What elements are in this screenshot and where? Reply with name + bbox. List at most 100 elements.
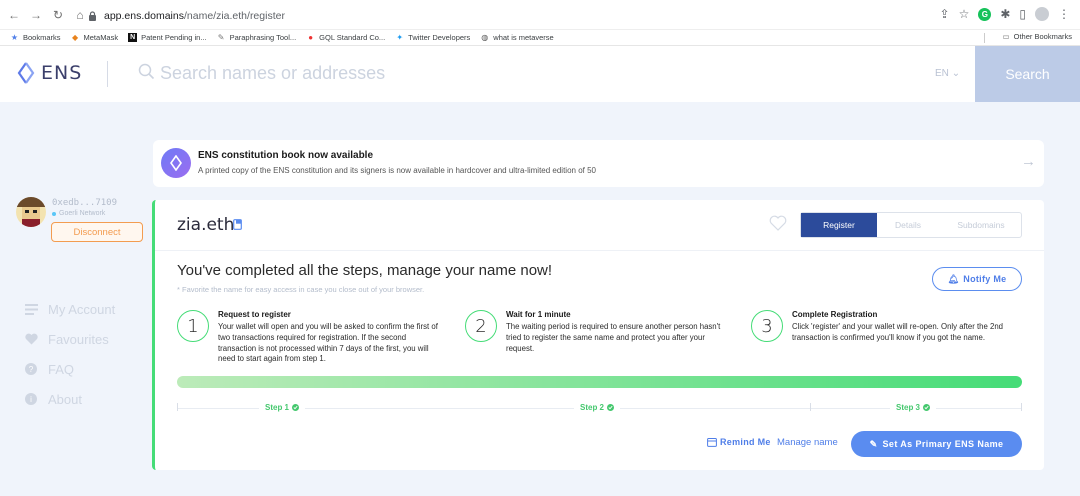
info-icon: i [24, 392, 38, 406]
home-icon[interactable]: ⌂ [72, 7, 88, 23]
progress-bar [177, 376, 1022, 388]
browser-toolbar: ← → ↻ ⌂ app.ens.domains/name/zia.eth/reg… [0, 0, 1080, 30]
svg-text:?: ? [29, 365, 34, 374]
menu-icon[interactable]: ⋮ [1058, 7, 1070, 21]
banner-text: A printed copy of the ENS constitution a… [198, 166, 596, 175]
forward-icon[interactable]: → [28, 7, 44, 23]
step-1-label: Step 1 [259, 403, 306, 412]
check-icon [923, 404, 931, 411]
step-body: The waiting period is required to ensure… [506, 322, 721, 353]
bookmark-item[interactable]: ◆ MetaMask [71, 33, 118, 42]
svg-text:i: i [30, 395, 32, 404]
address-bar[interactable]: app.ens.domains/name/zia.eth/register [88, 6, 988, 26]
network-label: Goerli Network [52, 210, 105, 217]
url-host: app.ens.domains [104, 10, 184, 22]
search-icon [138, 63, 155, 80]
folder-icon: ▭ [1002, 32, 1010, 41]
share-icon[interactable]: ⇪ [940, 7, 950, 21]
bookmark-star-icon[interactable]: ☆ [959, 7, 970, 21]
sidebar-item-my-account[interactable]: My Account [24, 294, 115, 324]
bookmark-item[interactable]: ● GQL Standard Co... [306, 33, 385, 42]
ens-logo-icon [161, 148, 191, 178]
arrow-right-icon[interactable]: → [1021, 153, 1036, 170]
disconnect-button[interactable]: Disconnect [51, 222, 143, 242]
sidepanel-icon[interactable]: ▯ [1019, 7, 1026, 21]
remind-me-button[interactable]: Remind Me [707, 437, 771, 447]
gql-icon: ● [308, 33, 314, 42]
sidebar-item-favourites[interactable]: Favourites [24, 324, 115, 354]
language-select[interactable]: EN ⌄ [935, 68, 960, 79]
calendar-icon [707, 438, 717, 447]
step-number: 1 [177, 310, 209, 342]
copy-icon[interactable] [233, 219, 242, 230]
globe-icon: ◍ [481, 33, 489, 42]
step-title: Wait for 1 minute [506, 310, 571, 319]
back-icon[interactable]: ← [6, 7, 22, 23]
ens-logo[interactable]: ENS [16, 62, 82, 84]
completion-title: You've completed all the steps, manage y… [177, 262, 553, 279]
star-icon: ★ [10, 33, 19, 42]
lock-icon [88, 11, 98, 21]
notify-me-button[interactable]: 🔔︎ Notify Me [932, 267, 1022, 291]
step-title: Request to register [218, 310, 291, 319]
account-address: 0xedb...7109 [52, 198, 118, 208]
extensions-icon[interactable]: ✱ [1000, 7, 1010, 21]
bookmark-item[interactable]: ✎ Paraphrasing Tool... [217, 33, 296, 42]
question-icon: ? [24, 362, 38, 376]
check-icon [607, 404, 615, 411]
bookmark-item[interactable]: ◍ what is metaverse [480, 33, 553, 42]
divider [107, 61, 108, 87]
check-icon [292, 404, 300, 411]
completion-subtitle: * Favorite the name for easy access in c… [177, 285, 425, 294]
bell-icon: 🔔︎ [947, 273, 960, 284]
other-bookmarks[interactable]: ▭ Other Bookmarks [1003, 32, 1072, 41]
bookmark-item[interactable]: ★ Bookmarks [10, 33, 61, 42]
network-status-dot [52, 211, 56, 216]
sidebar-item-faq[interactable]: ? FAQ [24, 354, 115, 384]
step-body: Your wallet will open and you will be as… [218, 322, 438, 364]
name-tabs: Register Details Subdomains [800, 212, 1022, 238]
bookmark-item[interactable]: N Patent Pending in... [128, 33, 207, 42]
grammarly-extension-icon[interactable]: G [978, 7, 992, 21]
domain-name: zia.eth [177, 215, 235, 235]
step-tick [1021, 403, 1022, 411]
list-icon [24, 302, 38, 316]
manage-name-link[interactable]: Manage name [777, 437, 838, 448]
url-path: /name/zia.eth/register [183, 10, 285, 22]
profile-icon[interactable] [1035, 7, 1049, 21]
step-number: 2 [465, 310, 497, 342]
twitter-icon: ✦ [396, 33, 404, 42]
step-2-label: Step 2 [574, 403, 621, 412]
ens-logo-icon [17, 62, 35, 84]
heart-icon [24, 332, 38, 346]
sidebar-item-about[interactable]: i About [24, 384, 115, 414]
tab-subdomains[interactable]: Subdomains [939, 213, 1023, 237]
search-button[interactable]: Search [975, 46, 1080, 102]
name-header: zia.eth Register Details Subdomains [155, 200, 1044, 251]
favourite-heart-icon[interactable] [769, 215, 787, 231]
banner-title: ENS constitution book now available [198, 150, 374, 161]
search-input[interactable] [160, 58, 860, 88]
set-primary-name-button[interactable]: ✎ Set As Primary ENS Name [851, 431, 1022, 457]
tab-details[interactable]: Details [877, 213, 939, 237]
step-tick [810, 403, 811, 411]
metamask-icon: ◆ [71, 33, 79, 42]
step-title: Complete Registration [792, 310, 878, 319]
step-number: 3 [751, 310, 783, 342]
announcement-banner[interactable]: ENS constitution book now available A pr… [153, 140, 1044, 187]
reload-icon[interactable]: ↻ [50, 7, 66, 23]
tab-register[interactable]: Register [801, 213, 877, 237]
chevron-down-icon: ⌄ [951, 68, 961, 79]
name-registration-card: zia.eth Register Details Subdomains You'… [152, 200, 1044, 470]
quill-icon: ✎ [217, 33, 225, 42]
step-body: Click 'register' and your wallet will re… [792, 322, 1003, 342]
notion-icon: N [128, 33, 138, 42]
step-tick [177, 403, 178, 411]
pencil-icon: ✎ [869, 438, 878, 449]
avatar [16, 197, 46, 227]
bookmark-item[interactable]: ✦ Twitter Developers [395, 33, 470, 42]
step-3-label: Step 3 [890, 403, 937, 412]
app-header: ENS EN ⌄ Search [0, 46, 1080, 102]
divider [984, 33, 985, 43]
bookmarks-bar: ★ Bookmarks ◆ MetaMask N Patent Pending in.… [0, 30, 1080, 46]
